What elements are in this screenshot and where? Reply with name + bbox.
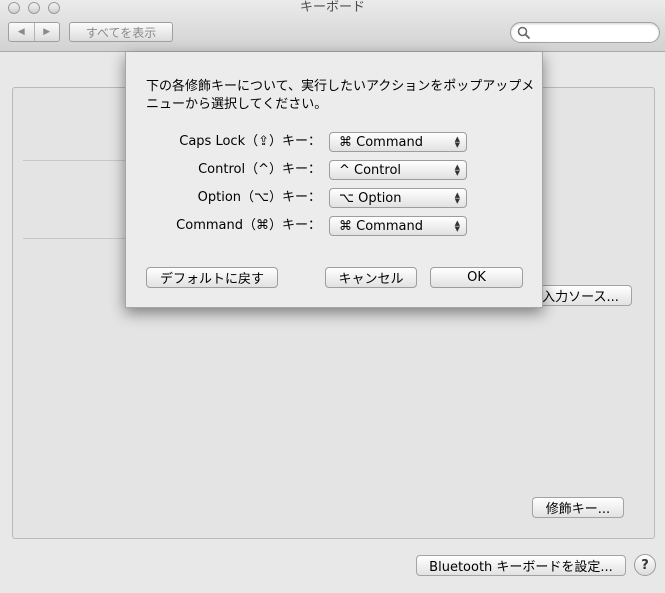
help-button[interactable]: ? [634,554,656,576]
control-label: Control（^）キー： [198,162,321,177]
caps-lock-label: Caps Lock（⇪）キー： [179,134,321,149]
caps-lock-popup[interactable]: ⌘ Command ▲ ▼ [329,132,467,152]
window-titlebar: キーボード ◀ ▶ すべてを表示 [0,0,665,52]
back-forward-control[interactable]: ◀ ▶ [8,22,60,42]
popup-value: ^ Control [339,162,402,178]
option-label: Option（⌥）キー： [197,190,321,205]
back-arrow-icon[interactable]: ◀ [9,23,34,41]
window-title: キーボード [299,0,365,15]
command-label: Command（⌘）キー： [176,218,321,233]
popup-arrows-icon: ▲ ▼ [454,135,460,149]
search-field[interactable] [510,22,660,43]
cancel-button[interactable]: キャンセル [325,267,417,288]
forward-arrow-icon[interactable]: ▶ [33,23,60,41]
popup-arrows-icon: ▲ ▼ [454,163,460,177]
modifier-keys-button[interactable]: 修飾キー... [532,497,624,518]
search-icon [517,26,531,40]
option-popup[interactable]: ⌥ Option ▲ ▼ [329,188,467,208]
ok-button[interactable]: OK [430,267,523,288]
input-sources-button[interactable]: 入力ソース... [529,285,632,306]
sheet-message: 下の各修飾キーについて、実行したいアクションをポップアップメニューから選択してく… [146,79,535,112]
modifier-keys-sheet: 下の各修飾キーについて、実行したいアクションをポップアップメニューから選択してく… [125,52,543,308]
popup-arrows-icon: ▲ ▼ [454,219,460,233]
show-all-button[interactable]: すべてを表示 [69,22,173,42]
popup-value: ⌘ Command [339,134,423,150]
command-popup[interactable]: ⌘ Command ▲ ▼ [329,216,467,236]
control-popup[interactable]: ^ Control ▲ ▼ [329,160,467,180]
bluetooth-keyboard-setup-button[interactable]: Bluetooth キーボードを設定... [416,555,626,576]
popup-value: ⌥ Option [339,190,402,206]
popup-arrows-icon: ▲ ▼ [454,191,460,205]
restore-defaults-button[interactable]: デフォルトに戻す [146,267,278,288]
popup-value: ⌘ Command [339,218,423,234]
